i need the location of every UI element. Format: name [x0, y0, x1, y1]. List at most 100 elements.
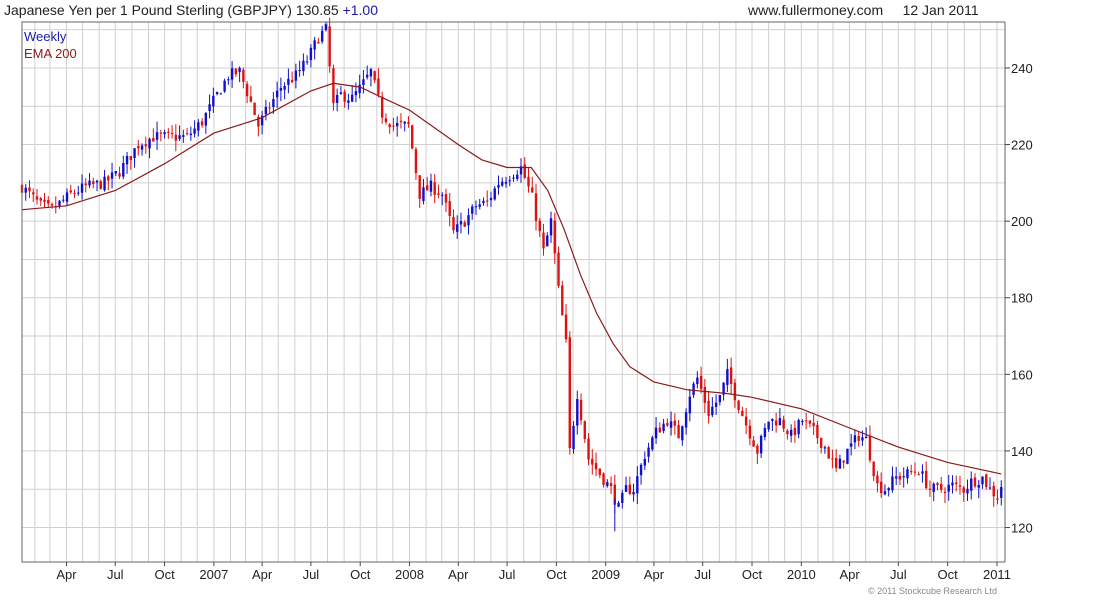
candle-body [587, 438, 590, 460]
x-tick-label: Oct [350, 567, 371, 582]
candle-body [981, 476, 984, 485]
candle-body [369, 69, 373, 77]
candle-body [324, 24, 328, 31]
candle-body [598, 468, 601, 476]
candle-body [970, 478, 973, 491]
candle-body [763, 428, 767, 437]
candle-body [99, 181, 102, 189]
candle-body [673, 420, 677, 426]
candle-body [861, 437, 864, 441]
candle-body [658, 427, 662, 433]
candle-body [287, 78, 290, 85]
x-tick-label: 2011 [983, 567, 1011, 582]
candle-body [804, 420, 808, 422]
candle-body [474, 206, 478, 208]
candle-body [501, 181, 504, 186]
candle-body [410, 125, 414, 149]
x-tick-label: Jul [107, 567, 124, 582]
horizontal-grid [22, 29, 1005, 529]
candle-body [977, 484, 980, 488]
candle-body [714, 402, 718, 407]
candle-body [876, 475, 879, 484]
candle-body [47, 200, 50, 204]
candle-body [609, 482, 613, 487]
candle-body [703, 386, 707, 403]
candle-body [771, 418, 774, 421]
candle-body [107, 176, 110, 181]
candle-body [542, 232, 545, 249]
candle-body [786, 430, 789, 435]
candle-body [932, 483, 935, 492]
candle-body [377, 78, 380, 95]
candle-body [118, 173, 121, 177]
candle-body [951, 482, 954, 486]
candle-body [940, 483, 943, 490]
candle-body [39, 198, 42, 201]
x-tick-label: Oct [742, 567, 763, 582]
candle-body [662, 423, 665, 432]
candle-body [864, 436, 868, 439]
x-tick-label: Apr [839, 567, 860, 582]
candle-body [831, 458, 834, 460]
candle-body [122, 163, 125, 177]
candle-body [167, 131, 170, 133]
candle-body [936, 483, 939, 486]
candle-body [688, 396, 692, 414]
candle-body [928, 488, 932, 490]
candle-body [583, 421, 586, 440]
candle-body [227, 79, 230, 81]
candle-body [628, 484, 632, 494]
candle-body [726, 369, 729, 385]
candle-body [114, 171, 117, 174]
candle-body [486, 200, 489, 202]
candle-body [125, 155, 129, 165]
candle-body [137, 146, 140, 149]
candle-body [504, 181, 508, 184]
candle-body [497, 184, 500, 188]
price-chart[interactable]: 120 140 160 180 200 220 240 Apr Jul Oct 2007 Apr Ju… [0, 0, 1100, 600]
candle-body [253, 102, 256, 115]
candle-body [215, 92, 219, 95]
candle-body [744, 416, 748, 426]
candle-body [512, 177, 515, 179]
candle-body [756, 445, 759, 454]
candle-body [729, 367, 733, 384]
candle-body [759, 435, 763, 454]
candle-body [50, 204, 54, 206]
candle-body [268, 107, 271, 109]
candle-body [493, 188, 496, 200]
candle-body [523, 164, 526, 178]
candle-body [212, 95, 215, 107]
x-axis: Apr Jul Oct 2007 Apr Jul Oct 2008 Apr Jul Oct 2009 A… [56, 562, 1011, 582]
candle-body [966, 488, 969, 494]
candle-body [305, 61, 309, 63]
candle-body [913, 471, 917, 473]
candle-body [894, 476, 898, 479]
candle-body [437, 193, 440, 195]
candle-body [358, 84, 361, 93]
y-tick-label: 240 [1011, 61, 1033, 76]
x-tick-label: Apr [644, 567, 665, 582]
candle-body [313, 40, 316, 50]
candle-body [699, 375, 703, 390]
candle-body [666, 422, 669, 426]
candle-body [223, 80, 226, 92]
candle-body [144, 144, 148, 147]
x-tick-label: Oct [546, 567, 567, 582]
candle-body [849, 443, 853, 447]
candle-body [636, 476, 639, 494]
candle-body [617, 502, 620, 507]
candle-body [774, 420, 778, 426]
candle-body [681, 426, 684, 441]
y-tick-label: 120 [1011, 521, 1033, 536]
candle-body [77, 192, 80, 194]
candle-body [197, 122, 200, 131]
candle-body [955, 482, 958, 484]
candle-body [669, 421, 673, 428]
candle-body [842, 460, 845, 463]
candle-body [868, 435, 872, 461]
candle-body [163, 132, 166, 135]
candle-body [69, 190, 72, 193]
candle-body [887, 487, 890, 491]
candle-body [238, 68, 241, 73]
